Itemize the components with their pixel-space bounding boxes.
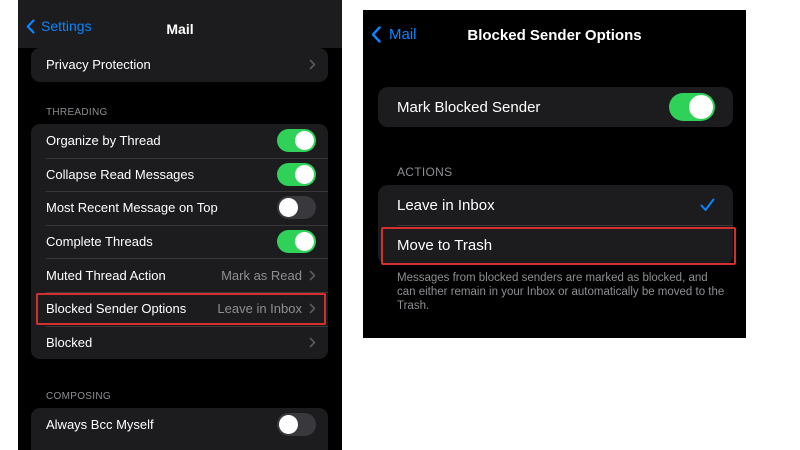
organize-by-thread-toggle[interactable] [277, 129, 316, 153]
option-label: Leave in Inbox [397, 196, 495, 214]
privacy-protection-row[interactable]: Privacy Protection [31, 48, 328, 82]
toggle-knob [295, 164, 314, 184]
leave-in-inbox-option[interactable]: Leave in Inbox [378, 185, 733, 225]
chevron-right-icon [309, 337, 316, 348]
row-label: Most Recent Message on Top [46, 200, 218, 216]
row-label: Mark Blocked Sender [397, 98, 541, 116]
mail-settings-screen: Settings Mail Privacy Protection THREADI… [18, 0, 342, 450]
move-to-trash-option[interactable]: Move to Trash [378, 225, 733, 265]
actions-group: Leave in Inbox Move to Trash [378, 185, 733, 265]
actions-section-header: ACTIONS [397, 165, 453, 179]
muted-thread-action-row[interactable]: Muted Thread Action Mark as Read [31, 258, 328, 292]
row-label: Muted Thread Action [46, 267, 166, 283]
navigation-bar: Settings Mail [18, 0, 342, 48]
threading-section-header: THREADING [46, 107, 108, 118]
blocked-sender-options-screen: Mail Blocked Sender Options Mark Blocked… [363, 10, 746, 338]
mark-blocked-group: Mark Blocked Sender [378, 87, 733, 127]
toggle-knob [279, 198, 298, 218]
always-bcc-myself-row: Always Bcc Myself [31, 408, 328, 442]
composing-section-header: COMPOSING [46, 391, 111, 402]
mark-blocked-sender-toggle[interactable] [669, 93, 715, 121]
composing-group: Always Bcc Myself [31, 408, 328, 450]
chevron-right-icon [309, 303, 316, 314]
row-label: Always Bcc Myself [46, 417, 154, 433]
row-label: Complete Threads [46, 234, 153, 250]
complete-threads-toggle[interactable] [277, 230, 316, 254]
blocked-row[interactable]: Blocked [31, 325, 328, 360]
row-value: Mark as Read [221, 267, 302, 283]
row-label: Collapse Read Messages [46, 166, 195, 182]
row-label: Blocked [46, 334, 93, 350]
mark-blocked-sender-row: Mark Blocked Sender [378, 87, 733, 127]
toggle-knob [295, 131, 314, 151]
chevron-right-icon [309, 270, 316, 280]
option-label: Move to Trash [397, 236, 493, 254]
organize-by-thread-row: Organize by Thread [31, 124, 328, 158]
checkmark-icon [700, 198, 715, 211]
actions-footer-text: Messages from blocked senders are marked… [397, 272, 725, 312]
collapse-read-messages-toggle[interactable] [277, 162, 316, 186]
row-label: Blocked Sender Options [46, 301, 187, 317]
row-label: Organize by Thread [46, 133, 161, 149]
always-bcc-myself-toggle[interactable] [277, 413, 316, 437]
collapse-read-messages-row: Collapse Read Messages [31, 157, 328, 192]
page-title: Blocked Sender Options [467, 27, 642, 44]
most-recent-on-top-toggle[interactable] [277, 196, 316, 220]
threading-group: Organize by Thread Collapse Read Message… [31, 124, 328, 360]
privacy-group: Privacy Protection [31, 48, 328, 82]
complete-threads-row: Complete Threads [31, 224, 328, 259]
most-recent-on-top-row: Most Recent Message on Top [31, 191, 328, 225]
chevron-right-icon [309, 59, 316, 70]
toggle-knob [279, 415, 298, 435]
toggle-knob [295, 232, 314, 252]
toggle-knob [689, 95, 713, 119]
row-value: Leave in Inbox [217, 301, 302, 317]
row-label: Privacy Protection [46, 57, 151, 73]
blocked-sender-options-row[interactable]: Blocked Sender Options Leave in Inbox [31, 291, 328, 326]
page-title: Mail [166, 21, 194, 37]
